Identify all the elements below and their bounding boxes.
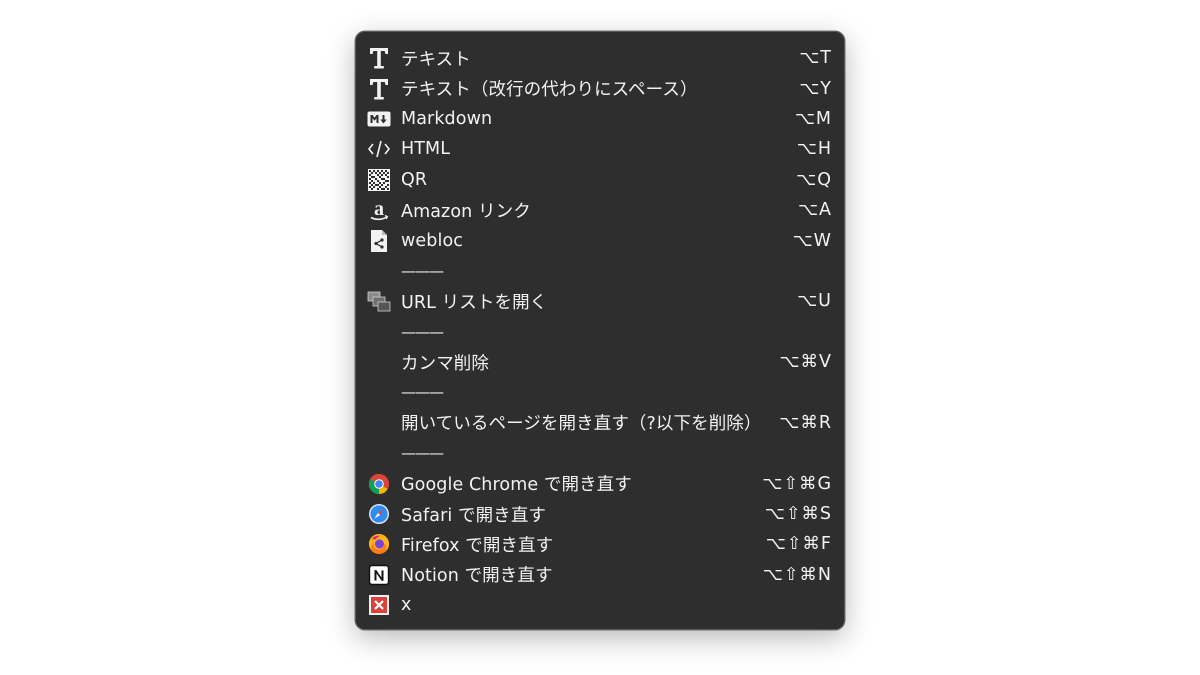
menu-item-shortcut: ⌥M xyxy=(794,108,832,129)
menu-item-label: 開いているページを開き直す（?以下を削除） xyxy=(401,414,762,435)
menu-item-shortcut: ⌥⌘V xyxy=(779,352,832,373)
menu-item-markdown[interactable]: Markdown ⌥M xyxy=(356,104,844,134)
close-x-icon xyxy=(367,593,391,617)
menu-item-label: QR xyxy=(401,169,428,190)
menu-item-label: テキスト（改行の代わりにスペース） xyxy=(401,80,698,101)
menu-item-open-url-list[interactable]: URL リストを開く ⌥U xyxy=(356,286,844,316)
menu-item-shortcut: ⌥Q xyxy=(796,169,832,190)
menu-separator: ——— xyxy=(356,438,844,468)
menu-item-reopen-page[interactable]: 開いているページを開き直す（?以下を削除） ⌥⌘R xyxy=(356,408,844,438)
text-t-icon xyxy=(367,77,391,101)
menu-item-text[interactable]: テキスト ⌥T xyxy=(356,43,844,73)
menu-item-shortcut: ⌥⌘R xyxy=(779,412,832,433)
menu-item-label: Markdown xyxy=(401,108,493,129)
menu-item-label: Firefox で開き直す xyxy=(401,535,554,556)
menu-item-reopen-notion[interactable]: Notion で開き直す ⌥⇧⌘N xyxy=(356,560,844,590)
menu-item-shortcut: ⌥A xyxy=(797,200,832,221)
html-code-icon xyxy=(367,137,391,161)
url-list-icon xyxy=(367,289,391,313)
notion-icon xyxy=(367,563,391,587)
menu-item-amazon-link[interactable]: a Amazon リンク ⌥A xyxy=(356,195,844,225)
menu-separator: ——— xyxy=(356,317,844,347)
markdown-icon xyxy=(367,107,391,131)
menu-item-webloc[interactable]: webloc ⌥W xyxy=(356,225,844,255)
menu-separator: ——— xyxy=(356,256,844,286)
webloc-file-icon xyxy=(367,229,391,253)
separator-label: ——— xyxy=(401,322,444,341)
qr-code-icon xyxy=(367,168,391,192)
menu-item-remove-commas[interactable]: カンマ削除 ⌥⌘V xyxy=(356,347,844,377)
menu-item-shortcut: ⌥T xyxy=(799,48,832,69)
menu-item-text-no-newline[interactable]: テキスト（改行の代わりにスペース） ⌥Y xyxy=(356,73,844,103)
menu-item-label: カンマ削除 xyxy=(401,353,489,374)
menu-item-label: Amazon リンク xyxy=(401,201,531,222)
separator-label: ——— xyxy=(401,444,444,463)
menu-item-label: x xyxy=(401,595,412,616)
menu-item-shortcut: ⌥U xyxy=(797,291,832,312)
menu-item-reopen-chrome[interactable]: Google Chrome で開き直す ⌥⇧⌘G xyxy=(356,468,844,498)
menu-item-label: HTML xyxy=(401,139,451,160)
menu-item-label: URL リストを開く xyxy=(401,292,548,313)
menu-item-label: Safari で開き直す xyxy=(401,505,547,526)
menu-item-reopen-safari[interactable]: Safari で開き直す ⌥⇧⌘S xyxy=(356,499,844,529)
firefox-icon xyxy=(367,532,391,556)
amazon-icon: a xyxy=(367,198,391,222)
menu-item-label: Google Chrome で開き直す xyxy=(401,475,632,496)
menu-item-reopen-firefox[interactable]: Firefox で開き直す ⌥⇧⌘F xyxy=(356,529,844,559)
menu-item-shortcut: ⌥⇧⌘N xyxy=(762,564,832,585)
menu-item-shortcut: ⌥W xyxy=(792,230,832,251)
menu-item-shortcut: ⌥⇧⌘S xyxy=(764,504,832,525)
chrome-icon xyxy=(367,472,391,496)
menu-item-close[interactable]: x xyxy=(356,590,844,620)
menu-item-label: テキスト xyxy=(401,49,471,70)
safari-icon xyxy=(367,502,391,526)
menu-separator: ——— xyxy=(356,377,844,407)
text-t-icon xyxy=(367,46,391,70)
separator-label: ——— xyxy=(401,383,444,402)
menu-item-shortcut: ⌥⇧⌘F xyxy=(765,534,832,555)
menu-item-shortcut: ⌥H xyxy=(796,139,832,160)
context-menu: テキスト ⌥T テキスト（改行の代わりにスペース） ⌥Y Markdown ⌥M… xyxy=(355,31,845,630)
separator-label: ——— xyxy=(401,261,444,280)
menu-item-shortcut: ⌥⇧⌘G xyxy=(762,473,832,494)
menu-item-label: webloc xyxy=(401,230,463,251)
menu-item-shortcut: ⌥Y xyxy=(799,78,832,99)
menu-item-qr[interactable]: QR ⌥Q xyxy=(356,165,844,195)
menu-item-label: Notion で開き直す xyxy=(401,566,553,587)
menu-item-html[interactable]: HTML ⌥H xyxy=(356,134,844,164)
svg-text:a: a xyxy=(374,198,384,220)
